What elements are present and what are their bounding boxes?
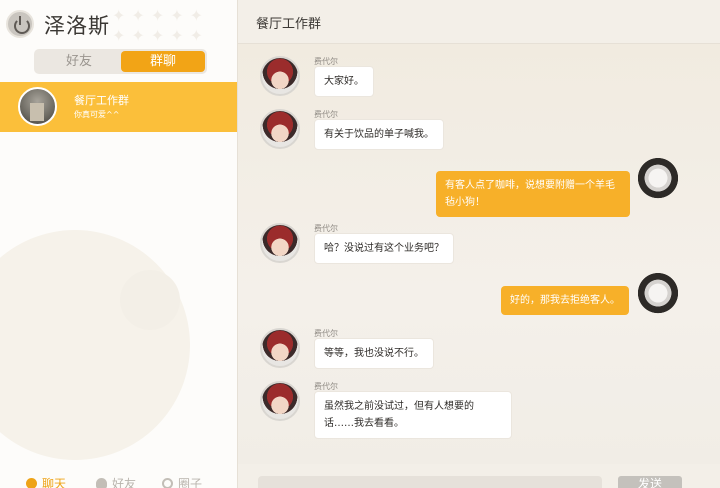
own-avatar[interactable] bbox=[635, 271, 681, 317]
message-bubble: 虽然我之前没试过，但有人想要的话……我去看看。 bbox=[314, 391, 512, 439]
nav-chat[interactable]: 聊天 bbox=[26, 475, 66, 488]
message-bubble-own: 好的，那我去拒绝客人。 bbox=[501, 286, 629, 315]
tab-switcher: 好友 群聊 bbox=[34, 49, 207, 74]
divider bbox=[238, 43, 720, 44]
background-decoration bbox=[120, 270, 180, 330]
sender-avatar[interactable] bbox=[260, 328, 300, 368]
conversation-item[interactable]: 餐厅工作群 你真可爱^^ bbox=[0, 82, 237, 132]
circle-icon bbox=[162, 478, 173, 488]
nav-friends-label: 好友 bbox=[112, 477, 137, 488]
conversation-name: 餐厅工作群 bbox=[74, 94, 129, 107]
sidebar: 泽洛斯 ✦✦✦✦✦ ✦✦✦✦✦ 好友 群聊 餐厅工作群 你真可爱^^ 聊天 好友… bbox=[0, 0, 238, 488]
chat-title: 餐厅工作群 bbox=[256, 17, 322, 32]
own-avatar[interactable] bbox=[635, 156, 681, 202]
chat-panel: 餐厅工作群 费代尔 大家好。 费代尔 有关于饮品的单子喊我。 有客人点了咖啡，说… bbox=[238, 0, 720, 488]
bottom-nav: 聊天 好友 圈子 bbox=[0, 468, 237, 488]
send-button[interactable]: 发送 bbox=[618, 476, 682, 488]
message-bubble: 大家好。 bbox=[314, 66, 374, 97]
power-icon[interactable] bbox=[6, 10, 34, 38]
sender-avatar[interactable] bbox=[260, 223, 300, 263]
group-avatar bbox=[18, 87, 57, 126]
message-input[interactable] bbox=[258, 476, 602, 488]
nav-circle-label: 圈子 bbox=[178, 477, 203, 488]
message-bubble: 等等，我也没说不行。 bbox=[314, 338, 434, 369]
sender-avatar[interactable] bbox=[260, 381, 300, 421]
message-bubble: 有关于饮品的单子喊我。 bbox=[314, 119, 444, 150]
star-decoration: ✦✦✦✦✦ ✦✦✦✦✦ bbox=[112, 6, 210, 45]
sender-avatar[interactable] bbox=[260, 56, 300, 96]
sender-avatar[interactable] bbox=[260, 109, 300, 149]
username: 泽洛斯 bbox=[44, 14, 110, 38]
tab-groups[interactable]: 群聊 bbox=[121, 51, 205, 72]
sidebar-header: 泽洛斯 ✦✦✦✦✦ ✦✦✦✦✦ bbox=[0, 0, 237, 46]
message-bubble: 哈？没说过有这个业务吧？ bbox=[314, 233, 454, 264]
message-bubble-own: 有客人点了咖啡，说想要附赠一个羊毛毡小狗！ bbox=[436, 171, 630, 217]
tab-friends[interactable]: 好友 bbox=[37, 51, 121, 72]
person-icon bbox=[96, 478, 107, 488]
nav-circle[interactable]: 圈子 bbox=[162, 475, 202, 488]
conversation-last-message: 你真可爱^^ bbox=[74, 110, 120, 119]
chat-icon bbox=[26, 478, 37, 488]
nav-chat-label: 聊天 bbox=[42, 477, 67, 488]
background-decoration bbox=[0, 230, 190, 460]
nav-friends[interactable]: 好友 bbox=[96, 475, 136, 488]
